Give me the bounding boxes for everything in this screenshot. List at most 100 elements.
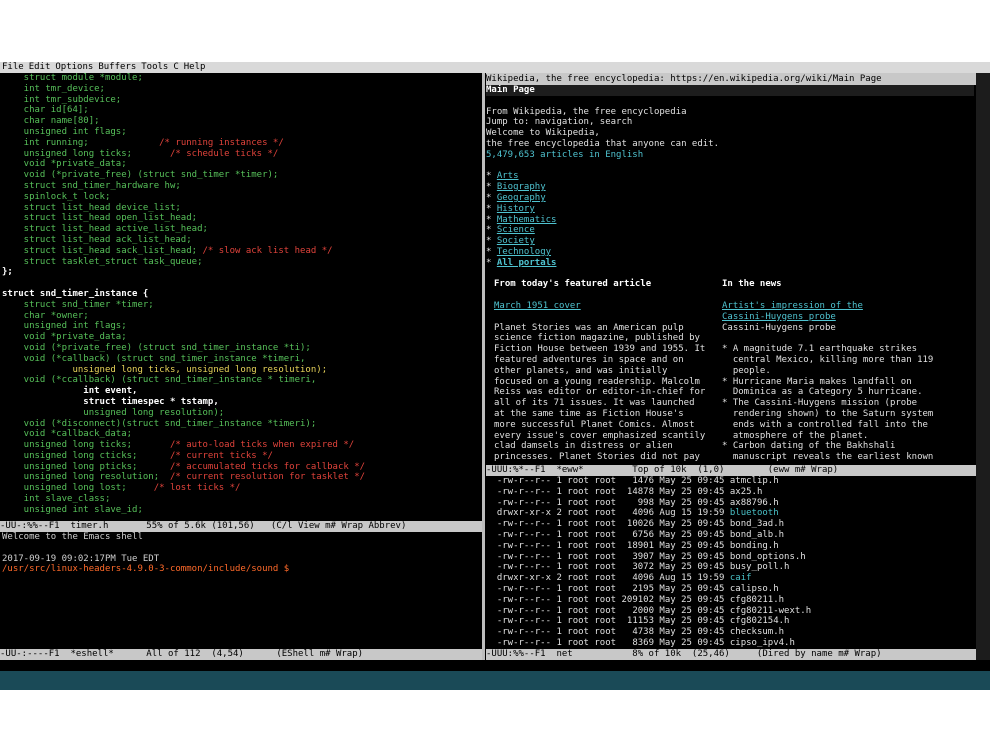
dired-modeline[interactable]: -UUU:%%--F1 net 8% of 10k (25,46) (Dired…	[486, 649, 976, 660]
code-token: void (*ccallback) (struct snd_timer_inst…	[2, 375, 317, 386]
portal-link[interactable]: Biography	[497, 182, 546, 192]
bullet: *	[486, 236, 497, 247]
code-line: unsigned int flags;	[2, 127, 484, 138]
eww-browser-window[interactable]: Main Page From Wikipedia, the free encycl…	[486, 85, 974, 465]
window-divider[interactable]	[482, 73, 485, 671]
portal-link[interactable]: Mathematics	[497, 215, 557, 225]
menu-item-edit[interactable]: Edit	[29, 62, 51, 72]
dired-row[interactable]: -rw-r--r-- 1 root root 209102 May 25 09:…	[486, 595, 974, 606]
code-line: char *owner;	[2, 311, 484, 322]
dired-filename[interactable]: checksum.h	[730, 627, 784, 637]
portal-link[interactable]: Arts	[497, 171, 519, 181]
dired-filename[interactable]: busy_poll.h	[730, 562, 790, 572]
wiki-portal-item[interactable]: * All portals	[486, 258, 974, 269]
code-token: struct list_head active_list_head;	[2, 224, 208, 235]
code-editor-window[interactable]: struct module *module; int tmr_device; i…	[0, 73, 484, 521]
dired-size: 209102	[616, 594, 654, 605]
code-token: void *private_data;	[2, 332, 127, 343]
wiki-portal-item[interactable]: * Technology	[486, 247, 974, 258]
code-token: struct list_head device_list;	[2, 202, 181, 213]
eshell-modeline[interactable]: -UU-:----F1 *eshell* All of 112 (4,54) (…	[0, 649, 482, 660]
eshell-window[interactable]: Welcome to the Emacs shell 2017-09-19 09:…	[0, 532, 484, 649]
dired-filename[interactable]: cfg80211-wext.h	[730, 606, 811, 616]
dired-row[interactable]: -rw-r--r-- 1 root root 1476 May 25 09:45…	[486, 476, 974, 487]
menu-item-tools[interactable]: Tools	[141, 62, 168, 72]
dired-filename[interactable]: cfg802154.h	[730, 616, 790, 626]
dired-filename[interactable]: bond_alb.h	[730, 530, 784, 540]
dired-filename[interactable]: calipso.h	[730, 584, 779, 594]
code-line: struct snd_timer_instance {	[2, 289, 484, 300]
dired-row[interactable]: -rw-r--r-- 1 root root 998 May 25 09:45 …	[486, 498, 974, 509]
wiki-portal-item[interactable]: * History	[486, 204, 974, 215]
news-text-line: central Mexico, killing more than 119	[722, 354, 934, 365]
code-line: struct list_head ack_list_head;	[2, 235, 484, 246]
dired-filename[interactable]: bond_options.h	[730, 552, 806, 562]
eww-modeline[interactable]: -UUU:%*--F1 *eww* Top of 10k (1,0) (eww …	[486, 465, 976, 476]
news-column: In the news Artist's impression of the Cas…	[722, 279, 972, 463]
eww-page-title: Wikipedia, the free encyclopedia: https:…	[486, 74, 882, 84]
dired-row[interactable]: -rw-r--r-- 1 root root 6756 May 25 09:45…	[486, 530, 974, 541]
dired-row[interactable]: -rw-r--r-- 1 root root 11153 May 25 09:4…	[486, 616, 974, 627]
portal-link[interactable]: Technology	[497, 247, 551, 257]
code-token: void (*private_free) (struct snd_timer_i…	[2, 342, 311, 353]
dired-row[interactable]: -rw-r--r-- 1 root root 3907 May 25 09:45…	[486, 552, 974, 563]
dired-filename[interactable]: bonding.h	[730, 541, 779, 551]
wiki-portal-item[interactable]: * Mathematics	[486, 215, 974, 226]
menu-item-file[interactable]: File	[2, 62, 24, 72]
scrollbar[interactable]	[976, 73, 990, 671]
dired-row[interactable]: -rw-r--r-- 1 root root 4738 May 25 09:45…	[486, 627, 974, 638]
dired-row[interactable]: -rw-r--r-- 1 root root 10026 May 25 09:4…	[486, 519, 974, 530]
portal-link[interactable]: All portals	[497, 258, 557, 268]
portal-link[interactable]: Science	[497, 225, 535, 235]
menu-item-c[interactable]: C	[173, 62, 178, 72]
code-line: void *private_data;	[2, 332, 484, 343]
code-line: int tmr_subdevice;	[2, 95, 484, 106]
dired-filename[interactable]: bluetooth	[730, 508, 779, 518]
news-text-line: * Carbon dating of the Bakhshali	[722, 441, 896, 452]
dired-size: 6756	[616, 529, 654, 540]
wiki-portal-item[interactable]: * Society	[486, 236, 974, 247]
dired-date: May 25 09:45	[654, 519, 730, 530]
dired-row[interactable]: -rw-r--r-- 1 root root 3072 May 25 09:45…	[486, 562, 974, 573]
dired-filename[interactable]: ax88796.h	[730, 498, 779, 508]
dired-row[interactable]: -rw-r--r-- 1 root root 2195 May 25 09:45…	[486, 584, 974, 595]
menu-item-buffers[interactable]: Buffers	[98, 62, 136, 72]
menu-item-help[interactable]: Help	[184, 62, 206, 72]
code-modeline[interactable]: -UU-:%%--F1 timer.h 55% of 5.6k (101,56)…	[0, 521, 482, 532]
dired-filename[interactable]: caif	[730, 573, 752, 583]
dired-filename[interactable]: ax25.h	[730, 487, 763, 497]
echo-area	[0, 660, 990, 671]
dired-row[interactable]: drwxr-xr-x 2 root root 4096 Aug 15 19:59…	[486, 573, 974, 584]
wiki-portal-item[interactable]: * Arts	[486, 171, 974, 182]
dired-row[interactable]: -rw-r--r-- 1 root root 2000 May 25 09:45…	[486, 606, 974, 617]
dired-row[interactable]: -rw-r--r-- 1 root root 8369 May 25 09:45…	[486, 638, 974, 649]
dired-filename[interactable]: atmclip.h	[730, 476, 779, 486]
featured-text-line: more successful Planet Comics. Almost	[494, 419, 695, 430]
dired-perm: -rw-r--r--	[486, 583, 552, 594]
code-token: struct list_head sack_list_head;	[2, 245, 198, 256]
dired-row[interactable]: drwxr-xr-x 2 root root 4096 Aug 15 19:59…	[486, 508, 974, 519]
portal-link[interactable]: Geography	[497, 193, 546, 203]
dired-row[interactable]: -rw-r--r-- 1 root root 14878 May 25 09:4…	[486, 487, 974, 498]
wiki-portal-item[interactable]: * Geography	[486, 193, 974, 204]
dired-window[interactable]: -rw-r--r-- 1 root root 1476 May 25 09:45…	[486, 476, 974, 649]
news-caption-line[interactable]: Cassini-Huygens probe	[722, 312, 972, 323]
code-line: unsigned long ticks; /* schedule ticks *…	[2, 149, 484, 160]
dired-filename[interactable]: bond_3ad.h	[730, 519, 784, 529]
dired-filename[interactable]: cfg80211.h	[730, 595, 784, 605]
featured-image-caption[interactable]: March 1951 cover	[494, 301, 722, 312]
portal-link[interactable]: Society	[497, 236, 535, 246]
portal-link[interactable]: History	[497, 204, 535, 214]
dired-row[interactable]: -rw-r--r-- 1 root root 18901 May 25 09:4…	[486, 541, 974, 552]
dired-filename[interactable]: cipso_ipv4.h	[730, 638, 795, 648]
menu-item-options[interactable]: Options	[55, 62, 93, 72]
wiki-portal-item[interactable]: * Science	[486, 225, 974, 236]
code-line: unsigned int slave_id;	[2, 505, 484, 516]
wiki-portal-item[interactable]: * Biography	[486, 182, 974, 193]
code-line: struct tasklet_struct task_queue;	[2, 257, 484, 268]
shell-line: /usr/src/linux-headers-4.9.0-3-common/in…	[2, 564, 290, 575]
eww-title-line: Wikipedia, the free encyclopedia: https:…	[486, 73, 976, 85]
news-caption-line[interactable]: Artist's impression of the	[722, 301, 972, 312]
